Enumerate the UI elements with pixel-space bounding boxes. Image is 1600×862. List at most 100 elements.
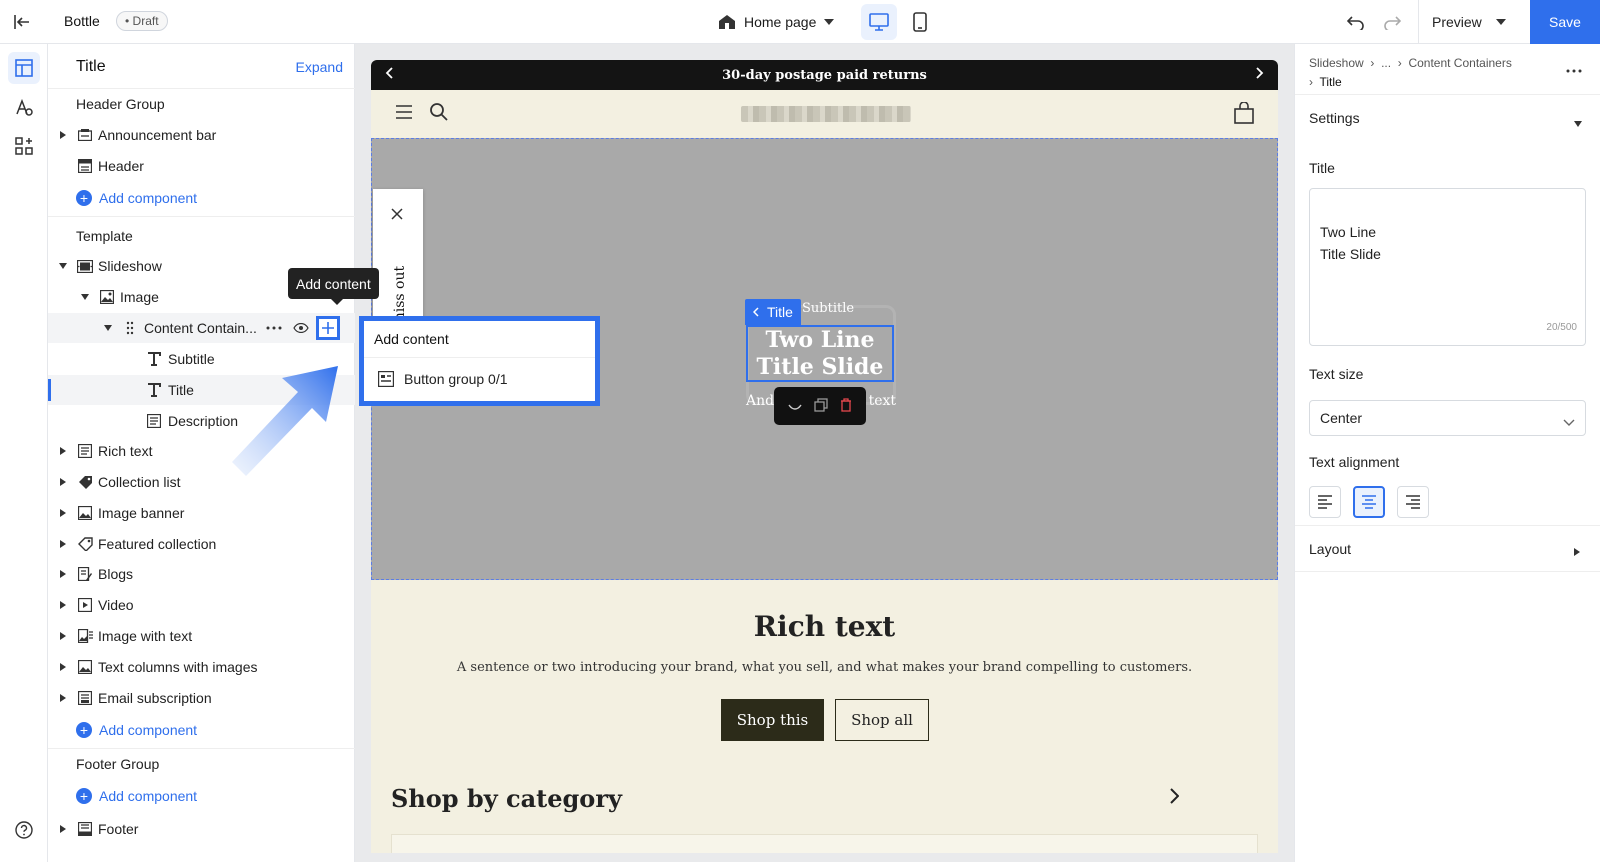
rich-text-section[interactable]: Rich text A sentence or two introducing … <box>371 580 1278 853</box>
breadcrumb-item[interactable]: Slideshow <box>1309 56 1364 70</box>
tree-item-rich-text[interactable]: Rich text <box>48 436 355 466</box>
caret-right-icon[interactable] <box>1574 543 1580 559</box>
align-right-button[interactable] <box>1397 486 1429 518</box>
section-tree-panel: Title Expand Header Group Announcement b… <box>48 44 355 862</box>
tree-item-featured-collection[interactable]: Featured collection <box>48 529 355 559</box>
preview-button[interactable]: Preview <box>1432 0 1506 44</box>
more-options-icon[interactable] <box>1566 60 1582 76</box>
undo-button[interactable] <box>1344 10 1368 34</box>
cart-icon[interactable] <box>1234 101 1254 127</box>
tree-item-text-columns[interactable]: Text columns with images <box>48 652 355 682</box>
menu-icon[interactable] <box>395 104 413 123</box>
tree-item-header[interactable]: Header <box>48 151 355 181</box>
save-button[interactable]: Save <box>1530 0 1600 44</box>
redo-button[interactable] <box>1380 10 1404 34</box>
menu-item-button-group[interactable]: Button group 0/1 <box>378 371 508 387</box>
add-component-header-button[interactable]: + Add component <box>76 188 197 208</box>
title-element-tag[interactable]: Title <box>745 299 801 325</box>
title-tag-label: Title <box>767 304 793 320</box>
chevron-right-icon[interactable] <box>1169 788 1180 807</box>
tree-item-collection-list[interactable]: Collection list <box>48 467 355 497</box>
tree-item-blogs[interactable]: Blogs <box>48 559 355 589</box>
chevron-right-icon[interactable] <box>1256 67 1264 83</box>
slide-title[interactable]: Two Line Title Slide <box>746 325 894 382</box>
redo-icon <box>1384 16 1401 30</box>
tree-item-email-subscription[interactable]: Email subscription <box>48 683 355 713</box>
page-selector[interactable]: Home page <box>718 10 835 34</box>
divider <box>1295 94 1600 95</box>
drag-handle-icon[interactable] <box>122 320 138 336</box>
tree-item-image-banner[interactable]: Image banner <box>48 498 355 528</box>
text-size-select[interactable]: Center <box>1309 400 1586 436</box>
category-card[interactable] <box>391 834 1258 853</box>
hide-icon[interactable] <box>788 398 802 414</box>
caret-right-icon[interactable] <box>58 693 68 703</box>
slide-subtitle[interactable]: Subtitle <box>802 301 854 316</box>
shop-all-button[interactable]: Shop all <box>835 699 929 741</box>
eye-icon[interactable] <box>293 320 309 336</box>
tree-item-announcement-bar[interactable]: Announcement bar <box>48 120 355 150</box>
tree-item-image-with-text[interactable]: Image with text <box>48 621 355 651</box>
caret-right-icon[interactable] <box>58 508 68 518</box>
plus-circle-icon: + <box>76 190 92 206</box>
caret-down-icon[interactable] <box>58 261 68 271</box>
text-size-value: Center <box>1320 410 1363 426</box>
tree-item-title[interactable]: Title <box>48 375 355 405</box>
desktop-view-button[interactable] <box>861 4 897 40</box>
add-component-footer-button[interactable]: + Add component <box>76 786 197 806</box>
duplicate-icon[interactable] <box>814 397 828 415</box>
more-options-icon[interactable] <box>266 320 282 336</box>
tree-item-content-containers[interactable]: Content Contain... <box>48 313 355 343</box>
title-textarea-value: Two Line Title Slide <box>1320 224 1381 262</box>
layout-section-header[interactable]: Layout <box>1309 541 1351 557</box>
caret-right-icon[interactable] <box>58 631 68 641</box>
caret-right-icon[interactable] <box>58 446 68 456</box>
tree-item-video[interactable]: Video <box>48 590 355 620</box>
chevron-down-icon <box>824 19 835 25</box>
store-logo[interactable] <box>741 106 911 122</box>
mobile-view-button[interactable] <box>902 4 938 40</box>
tree-item-label: Announcement bar <box>98 127 217 143</box>
chevron-left-icon[interactable] <box>385 67 393 83</box>
settings-header[interactable]: Settings <box>1309 110 1360 126</box>
text-alignment-label: Text alignment <box>1309 454 1400 470</box>
help-button[interactable] <box>8 814 40 846</box>
close-icon[interactable] <box>391 207 403 223</box>
caret-right-icon[interactable] <box>58 477 68 487</box>
caret-right-icon[interactable] <box>58 662 68 672</box>
video-icon <box>77 597 93 613</box>
caret-down-icon[interactable] <box>1574 114 1582 130</box>
tree-item-label: Rich text <box>98 443 153 459</box>
shop-this-button[interactable]: Shop this <box>721 699 824 741</box>
announcement-bar[interactable]: 30-day postage paid returns <box>371 60 1278 90</box>
store-preview[interactable]: 30-day postage paid returns Don't miss o… <box>371 60 1278 853</box>
tree-item-subtitle[interactable]: Subtitle <box>48 344 355 374</box>
sections-tab[interactable] <box>8 52 40 84</box>
align-center-button[interactable] <box>1353 486 1385 518</box>
search-icon[interactable] <box>429 102 449 125</box>
caret-down-icon[interactable] <box>103 323 113 333</box>
footer-group-label: Footer Group <box>76 756 160 772</box>
expand-button[interactable]: Expand <box>296 59 343 75</box>
align-left-button[interactable] <box>1309 486 1341 518</box>
caret-right-icon[interactable] <box>58 539 68 549</box>
breadcrumb-item[interactable]: Content Containers <box>1408 56 1511 70</box>
apps-tab[interactable] <box>8 130 40 162</box>
tree-item-description[interactable]: Description <box>48 406 355 436</box>
caret-right-icon[interactable] <box>58 600 68 610</box>
title-textarea[interactable]: Two Line Title Slide 20/500 <box>1309 188 1586 346</box>
delete-icon[interactable] <box>840 397 852 415</box>
tree-item-footer[interactable]: Footer <box>48 814 355 844</box>
add-content-button[interactable] <box>316 316 340 340</box>
apps-icon <box>15 137 33 155</box>
exit-editor-button[interactable] <box>8 8 36 36</box>
breadcrumb-item[interactable]: ... <box>1381 56 1391 70</box>
theme-settings-tab[interactable] <box>8 92 40 124</box>
caret-right-icon[interactable] <box>58 824 68 834</box>
plus-icon <box>322 322 334 334</box>
add-component-label: Add component <box>99 190 198 206</box>
caret-down-icon[interactable] <box>80 292 90 302</box>
add-component-template-button[interactable]: + Add component <box>76 720 197 740</box>
caret-right-icon[interactable] <box>58 569 68 579</box>
caret-right-icon[interactable] <box>58 130 68 140</box>
